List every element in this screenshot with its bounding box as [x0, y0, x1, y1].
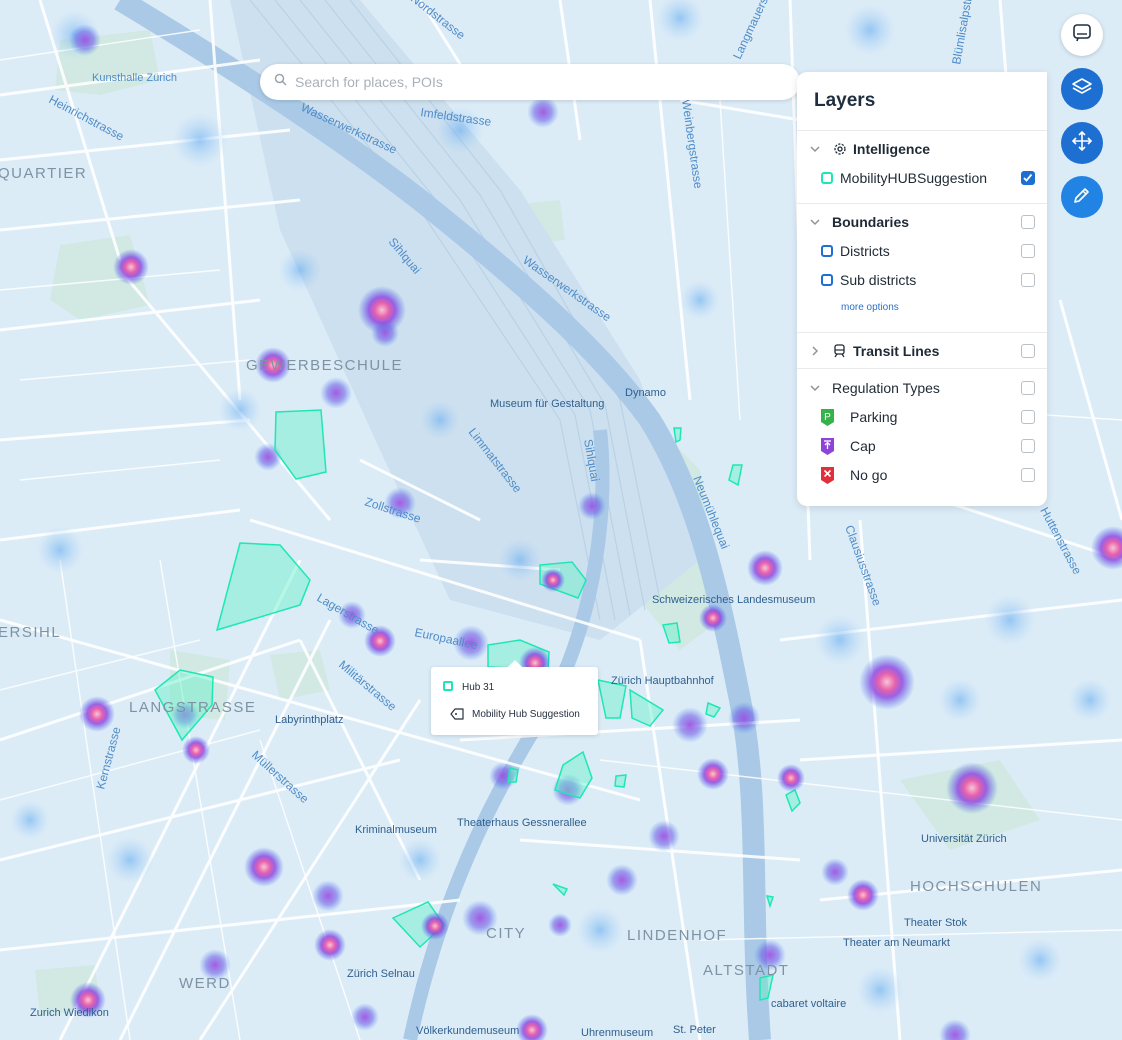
section-regulation-types[interactable]: Regulation Types [797, 377, 1047, 399]
hub-swatch [443, 681, 453, 691]
district-label: GEWERBESCHULE [246, 357, 403, 374]
layer-swatch [821, 172, 833, 184]
poi-label: cabaret voltaire [771, 998, 846, 1010]
layer-checkbox[interactable] [1021, 244, 1035, 258]
chevron-down-icon[interactable] [809, 143, 821, 155]
layer-checkbox[interactable] [1021, 171, 1035, 185]
layer-label: Cap [850, 438, 876, 454]
search-bar[interactable] [260, 64, 800, 100]
move-button[interactable] [1061, 122, 1103, 164]
section-checkbox[interactable] [1021, 344, 1035, 358]
search-icon [274, 73, 287, 91]
layer-label: MobilityHUBSuggestion [840, 170, 988, 186]
section-checkbox[interactable] [1021, 381, 1035, 395]
district-label: ALTSTADT [703, 962, 789, 979]
hub-popup: Hub 31 Mobility Hub Suggestion [431, 660, 598, 735]
layer-checkbox[interactable] [1021, 410, 1035, 424]
gear-icon [833, 142, 847, 159]
layer-checkbox[interactable] [1021, 468, 1035, 482]
district-label: ERSIHL [0, 624, 61, 641]
svg-text:P: P [824, 412, 831, 423]
district-label: LANGSTRASSE [129, 699, 256, 716]
chevron-right-icon[interactable] [809, 345, 821, 357]
poi-label: Theaterhaus Gessnerallee [457, 817, 587, 829]
poi-label: Labyrinthplatz [275, 714, 344, 726]
layer-no-go[interactable]: No go [797, 464, 1047, 486]
chat-button[interactable] [1061, 14, 1103, 56]
section-label: Intelligence [853, 141, 931, 157]
parking-icon: P [820, 408, 835, 430]
train-icon [833, 344, 846, 361]
layers-button[interactable] [1061, 68, 1103, 110]
district-label: QUARTIER [0, 165, 87, 182]
section-boundaries[interactable]: Boundaries [797, 211, 1047, 233]
layer-districts[interactable]: Districts [797, 240, 1047, 262]
layer-label: Districts [840, 243, 890, 259]
layer-swatch [821, 274, 833, 286]
divider [797, 332, 1047, 333]
district-label: HOCHSCHULEN [910, 878, 1042, 895]
section-transit-lines[interactable]: Transit Lines [797, 340, 1047, 362]
poi-label: St. Peter [673, 1024, 716, 1036]
layers-icon [1071, 76, 1093, 103]
section-checkbox[interactable] [1021, 215, 1035, 229]
poi-label: Zurich Wiedikon [30, 1007, 109, 1019]
section-label: Transit Lines [853, 343, 940, 359]
poi-label: Zürich Hauptbahnhof [611, 675, 715, 687]
move-icon [1071, 130, 1093, 157]
poi-label: Universität Zürich [921, 833, 1007, 845]
panel-title: Layers [814, 90, 876, 111]
poi-label: Kriminalmuseum [355, 824, 437, 836]
popup-title: Hub 31 [462, 682, 495, 693]
chevron-down-icon[interactable] [809, 216, 821, 228]
cap-icon [820, 437, 835, 459]
divider [797, 368, 1047, 369]
poi-label: Uhrenmuseum [581, 1027, 653, 1039]
layer-label: No go [850, 467, 888, 483]
poi-label: Völkerkundemuseum [416, 1025, 519, 1037]
layer-parking[interactable]: P Parking [797, 406, 1047, 428]
section-label: Regulation Types [832, 380, 940, 396]
poi-label: Kunsthalle Zürich [92, 72, 177, 84]
layer-sub-districts[interactable]: Sub districts [797, 269, 1047, 291]
edit-button[interactable] [1061, 176, 1103, 218]
divider [797, 203, 1047, 204]
layer-swatch [821, 245, 833, 257]
more-options-link[interactable]: more options [841, 302, 899, 313]
layer-label: Parking [850, 409, 898, 425]
search-input[interactable] [293, 73, 777, 91]
poi-label: Schweizerisches Landesmuseum [652, 594, 815, 606]
no-go-icon [820, 466, 835, 488]
poi-label: Zürich Selnau [347, 968, 415, 980]
district-label: CITY [486, 925, 526, 942]
chevron-down-icon[interactable] [809, 382, 821, 394]
district-label: LINDENHOF [627, 927, 727, 944]
poi-label: Dynamo [625, 387, 666, 399]
tag-icon [450, 708, 464, 723]
layer-mobilityhubsuggestion[interactable]: MobilityHUBSuggestion [797, 167, 1047, 189]
poi-label: Museum für Gestaltung [490, 398, 604, 410]
section-label: Boundaries [832, 214, 910, 230]
layers-panel: Layers Intelligence MobilityHUBSuggestio… [797, 72, 1047, 506]
section-intelligence[interactable]: Intelligence [797, 138, 1047, 160]
popup-type: Mobility Hub Suggestion [472, 709, 580, 720]
layer-checkbox[interactable] [1021, 439, 1035, 453]
poi-label: Theater Stok [904, 917, 967, 929]
district-label: WERD [179, 975, 231, 992]
chat-icon [1072, 23, 1092, 48]
pencil-icon [1072, 185, 1092, 210]
divider [797, 130, 1047, 131]
layer-checkbox[interactable] [1021, 273, 1035, 287]
layer-label: Sub districts [840, 272, 917, 288]
poi-label: Theater am Neumarkt [843, 937, 950, 949]
layer-cap[interactable]: Cap [797, 435, 1047, 457]
